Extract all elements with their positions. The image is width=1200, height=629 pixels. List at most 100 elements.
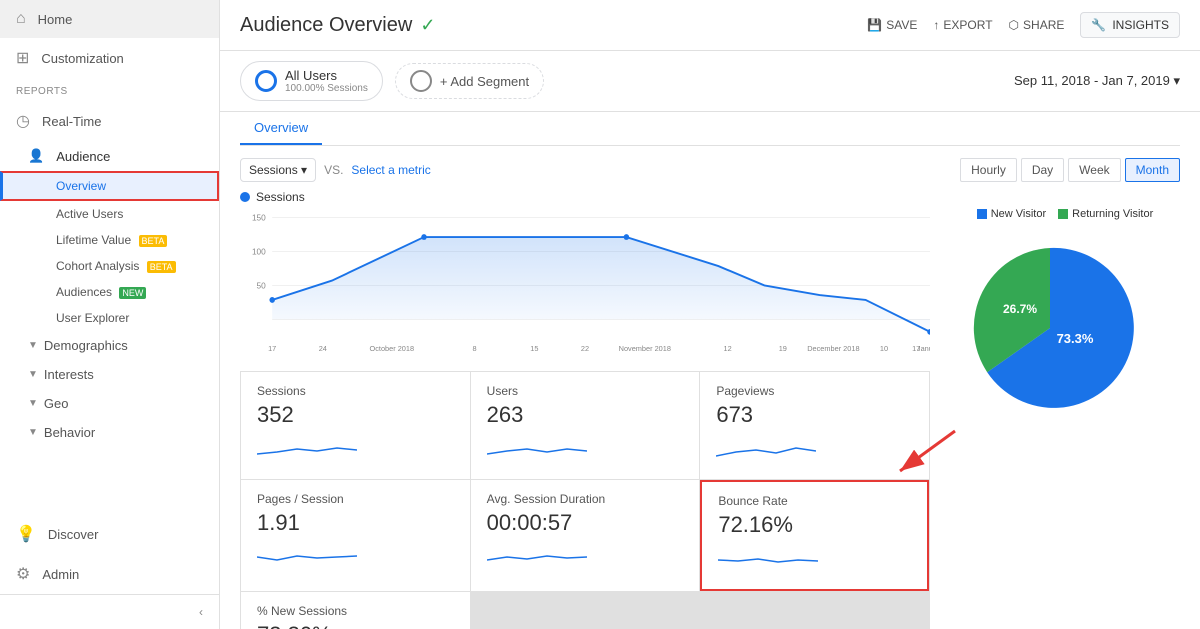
chart-svg: 150 100 50 (240, 208, 930, 358)
arrow-icon: ▼ (28, 340, 38, 351)
home-icon: ⌂ (16, 10, 26, 28)
time-btn-hourly[interactable]: Hourly (960, 158, 1017, 182)
sidebar-item-home[interactable]: ⌂ Home (0, 0, 219, 38)
svg-text:12: 12 (724, 344, 732, 353)
metrics-container: Sessions 352 Users 263 (240, 371, 930, 592)
sidebar-item-customization[interactable]: ⊞ Customization (0, 38, 219, 78)
metric-pageviews: Pageviews 673 (700, 372, 929, 479)
arrow-icon-behavior: ▼ (28, 427, 38, 438)
svg-text:8: 8 (473, 344, 477, 353)
sparkline-pageviews (716, 434, 816, 464)
pie-legend-new: New Visitor (977, 208, 1046, 220)
tab-overview[interactable]: Overview (240, 112, 322, 145)
save-button[interactable]: 💾 SAVE (867, 18, 917, 32)
sparkline-users (487, 434, 587, 464)
sessions-legend-dot (240, 192, 250, 202)
sidebar-collapse-button[interactable]: ‹ (0, 594, 219, 629)
svg-text:150: 150 (252, 212, 266, 222)
share-icon: ⬡ (1009, 18, 1019, 32)
segment-info: All Users 100.00% Sessions (285, 68, 368, 94)
verified-icon: ✓ (420, 15, 435, 36)
arrow-icon-geo: ▼ (28, 398, 38, 409)
share-button[interactable]: ⬡ SHARE (1009, 18, 1065, 32)
sidebar-item-active-users[interactable]: Active Users (0, 201, 219, 227)
sparkline-avg-session (487, 542, 587, 572)
returning-visitor-color (1058, 209, 1068, 219)
sidebar-item-behavior[interactable]: ▼ Behavior (0, 418, 219, 447)
grid-icon: ⊞ (16, 48, 29, 68)
svg-text:100: 100 (252, 246, 266, 256)
clock-icon: ◷ (16, 111, 30, 131)
svg-text:October 2018: October 2018 (370, 344, 415, 353)
svg-text:17: 17 (268, 344, 276, 353)
new-badge: NEW (119, 287, 146, 299)
gear-icon: ⚙ (16, 564, 30, 584)
segment-left: All Users 100.00% Sessions + Add Segment (240, 61, 544, 101)
tab-bar: Overview (240, 112, 1180, 146)
svg-text:December 2018: December 2018 (807, 344, 859, 353)
sidebar-item-user-explorer[interactable]: User Explorer (0, 305, 219, 331)
chart-section: 150 100 50 (240, 208, 930, 629)
content-area: Overview Sessions ▾ VS. Select a metric … (220, 112, 1200, 629)
time-btn-month[interactable]: Month (1125, 158, 1180, 182)
sidebar-item-overview[interactable]: Overview (0, 171, 219, 201)
insights-icon: 🔧 (1091, 18, 1106, 32)
chart-and-pie: 150 100 50 (240, 208, 1180, 629)
sessions-legend: Sessions (240, 190, 1180, 204)
metric-users: Users 263 (471, 372, 700, 479)
date-range-selector[interactable]: Sep 11, 2018 - Jan 7, 2019 ▾ (1014, 73, 1180, 89)
sidebar-item-cohort-analysis[interactable]: Cohort Analysis BETA (0, 253, 219, 279)
export-button[interactable]: ↑ EXPORT (933, 18, 992, 32)
pie-legend: New Visitor Returning Visitor (950, 208, 1180, 220)
svg-text:Janua...: Janua... (917, 344, 930, 353)
sparkline-pages-session (257, 542, 357, 572)
reports-label: REPORTS (0, 78, 219, 101)
person-icon: 👤 (28, 148, 44, 164)
sidebar-item-discover[interactable]: 💡 Discover (0, 514, 219, 554)
add-segment-circle (410, 70, 432, 92)
time-buttons: Hourly Day Week Month (960, 158, 1180, 182)
svg-text:26.7%: 26.7% (1003, 302, 1037, 316)
segment-bar: All Users 100.00% Sessions + Add Segment… (220, 51, 1200, 112)
time-btn-day[interactable]: Day (1021, 158, 1064, 182)
metric-bounce-rate: Bounce Rate 72.16% (700, 480, 929, 591)
all-users-segment[interactable]: All Users 100.00% Sessions (240, 61, 383, 101)
new-visitor-color (977, 209, 987, 219)
sidebar-item-demographics[interactable]: ▼ Demographics (0, 331, 219, 360)
sidebar-item-geo[interactable]: ▼ Geo (0, 389, 219, 418)
segment-circle (255, 70, 277, 92)
sparkline-sessions (257, 434, 357, 464)
topbar-actions: 💾 SAVE ↑ EXPORT ⬡ SHARE 🔧 INSIGHTS (867, 12, 1180, 38)
sidebar-item-lifetime-value[interactable]: Lifetime Value BETA (0, 227, 219, 253)
sidebar-item-audiences[interactable]: Audiences NEW (0, 279, 219, 305)
metric-avg-session: Avg. Session Duration 00:00:57 (471, 480, 700, 591)
pie-svg: 73.3% 26.7% (950, 228, 1150, 428)
main-content: Audience Overview ✓ 💾 SAVE ↑ EXPORT ⬡ SH… (220, 0, 1200, 629)
export-icon: ↑ (933, 18, 939, 32)
arrow-icon-interests: ▼ (28, 369, 38, 380)
svg-text:15: 15 (530, 344, 538, 353)
time-btn-week[interactable]: Week (1068, 158, 1120, 182)
sidebar-item-admin[interactable]: ⚙ Admin (0, 554, 219, 594)
beta-badge-cohort: BETA (147, 261, 176, 273)
sidebar-item-interests[interactable]: ▼ Interests (0, 360, 219, 389)
insights-button[interactable]: 🔧 INSIGHTS (1080, 12, 1180, 38)
svg-text:10: 10 (880, 344, 888, 353)
metric-pages-session: Pages / Session 1.91 (241, 480, 470, 591)
beta-badge: BETA (139, 235, 168, 247)
select-metric-link[interactable]: Select a metric (351, 163, 430, 177)
svg-text:73.3%: 73.3% (1057, 331, 1094, 346)
metrics-bottom: % New Sessions 73.30% (240, 592, 930, 629)
sessions-dropdown[interactable]: Sessions ▾ (240, 158, 316, 182)
lightbulb-icon: 💡 (16, 524, 36, 544)
svg-text:50: 50 (257, 280, 266, 290)
svg-text:22: 22 (581, 344, 589, 353)
save-icon: 💾 (867, 18, 882, 32)
pie-chart-section: New Visitor Returning Visitor (950, 208, 1180, 431)
line-chart: 150 100 50 (240, 208, 930, 363)
sidebar-item-audience[interactable]: 👤 Audience (0, 141, 219, 171)
metric-sessions: Sessions 352 (241, 372, 470, 479)
sidebar-item-realtime[interactable]: ◷ Real-Time (0, 101, 219, 141)
topbar: Audience Overview ✓ 💾 SAVE ↑ EXPORT ⬡ SH… (220, 0, 1200, 51)
add-segment-button[interactable]: + Add Segment (395, 63, 544, 99)
